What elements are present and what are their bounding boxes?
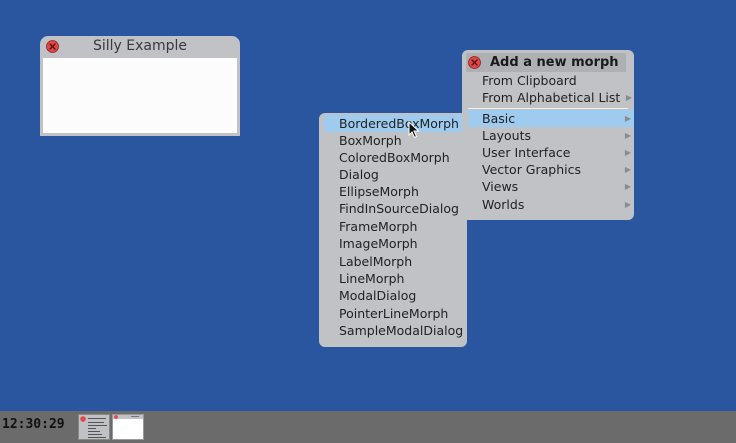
menu-item-findinsourcedialog[interactable]: FindInSourceDialog	[339, 200, 459, 217]
submenu-arrow-icon: ▶	[624, 114, 631, 123]
menu-item-vector-graphics[interactable]: Vector Graphics ▶	[482, 161, 634, 178]
menu-item-label: ImageMorph	[339, 236, 418, 251]
menu-item-dialog[interactable]: Dialog	[339, 166, 379, 183]
menu-item-worlds[interactable]: Worlds ▶	[482, 196, 634, 213]
menu-item-boxmorph[interactable]: BoxMorph	[339, 132, 402, 149]
submenu-arrow-icon: ▶	[624, 131, 631, 140]
menu-item-label: Views	[482, 179, 519, 194]
menu-item-label: Dialog	[339, 167, 379, 182]
basic-submenu: BorderedBoxMorph BoxMorph ColoredBoxMorp…	[319, 113, 467, 347]
menu-item-from-clipboard[interactable]: From Clipboard	[482, 72, 630, 89]
close-icon	[46, 40, 59, 53]
menu-item-label: LabelMorph	[339, 254, 413, 269]
taskbar-thumbnail-window[interactable]	[112, 414, 144, 440]
menu-item-label: Layouts	[482, 128, 532, 143]
menu-item-from-alphabetical-list[interactable]: From Alphabetical List ▶	[482, 89, 632, 106]
menu-item-label: From Clipboard	[482, 73, 577, 88]
menu-item-linemorph[interactable]: LineMorph	[339, 270, 404, 287]
menu-title: Add a new morph	[490, 55, 619, 70]
submenu-arrow-icon: ▶	[624, 148, 631, 157]
thumbnail-line	[88, 422, 104, 423]
menu-item-label: SampleModalDialog	[339, 323, 464, 338]
submenu-arrow-icon: ▶	[625, 93, 632, 102]
menu-item-modaldialog[interactable]: ModalDialog	[339, 287, 416, 304]
menu-item-coloredboxmorph[interactable]: ColoredBoxMorph	[339, 149, 450, 166]
thumbnail-line	[88, 434, 102, 435]
menu-item-label: ModalDialog	[339, 288, 417, 303]
menu-item-layouts[interactable]: Layouts ▶	[482, 127, 634, 144]
menu-item-label: Worlds	[482, 197, 525, 212]
window-close-button[interactable]	[46, 40, 59, 53]
thumbnail-line	[88, 428, 96, 429]
menu-item-label: EllipseMorph	[339, 184, 419, 199]
close-icon	[114, 415, 118, 419]
menu-item-framemorph[interactable]: FrameMorph	[339, 218, 417, 235]
thumbnail-line	[88, 418, 106, 419]
thumbnail-line	[88, 437, 106, 438]
thumbnail-line	[131, 416, 139, 417]
submenu-arrow-icon: ▶	[624, 200, 631, 209]
menu-item-label: User Interface	[482, 145, 571, 160]
menu-item-label: BoxMorph	[339, 133, 402, 148]
menu-item-label: Vector Graphics	[482, 162, 582, 177]
menu-item-borderedboxmorph[interactable]: BorderedBoxMorph	[324, 115, 462, 132]
menu-item-label: FindInSourceDialog	[339, 201, 459, 216]
menu-item-label: From Alphabetical List	[482, 90, 621, 105]
menu-item-label: LineMorph	[339, 271, 405, 286]
menu-item-label: BorderedBoxMorph	[339, 116, 459, 131]
silly-example-window[interactable]: Silly Example	[40, 36, 240, 136]
thumbnail-line	[88, 431, 100, 432]
submenu-arrow-icon: ▶	[624, 182, 631, 191]
menu-item-label: PointerLineMorph	[339, 306, 449, 321]
window-title[interactable]: Silly Example	[40, 36, 240, 58]
close-icon	[80, 416, 86, 422]
thumbnail-line	[88, 425, 107, 426]
menu-item-labelmorph[interactable]: LabelMorph	[339, 253, 412, 270]
mouse-pointer-icon	[408, 121, 420, 139]
submenu-arrow-icon: ▶	[624, 165, 631, 174]
menu-item-label: ColoredBoxMorph	[339, 150, 450, 165]
menu-item-ellipsemorph[interactable]: EllipseMorph	[339, 183, 419, 200]
menu-title-bar: Add a new morph	[466, 53, 626, 72]
taskbar-thumbnail-menu[interactable]	[78, 414, 110, 440]
menu-item-imagemorph[interactable]: ImageMorph	[339, 235, 418, 252]
menu-item-views[interactable]: Views ▶	[482, 178, 634, 195]
clock: 12:30:29	[2, 417, 65, 432]
menu-separator	[468, 108, 628, 109]
window-content-area[interactable]	[43, 58, 237, 133]
menu-item-samplemodaldialog[interactable]: SampleModalDialog	[339, 322, 463, 339]
menu-item-label: FrameMorph	[339, 219, 418, 234]
menu-item-pointerlinemorph[interactable]: PointerLineMorph	[339, 305, 448, 322]
desktop[interactable]: Silly Example Add a new morph From Clipb…	[0, 0, 736, 411]
close-icon[interactable]	[468, 56, 481, 69]
menu-item-label: Basic	[482, 111, 516, 126]
add-morph-menu: Add a new morph From Clipboard From Alph…	[462, 50, 634, 220]
menu-item-basic[interactable]: Basic ▶	[468, 110, 634, 127]
taskbar: 12:30:29	[0, 411, 736, 443]
menu-item-user-interface[interactable]: User Interface ▶	[482, 144, 634, 161]
